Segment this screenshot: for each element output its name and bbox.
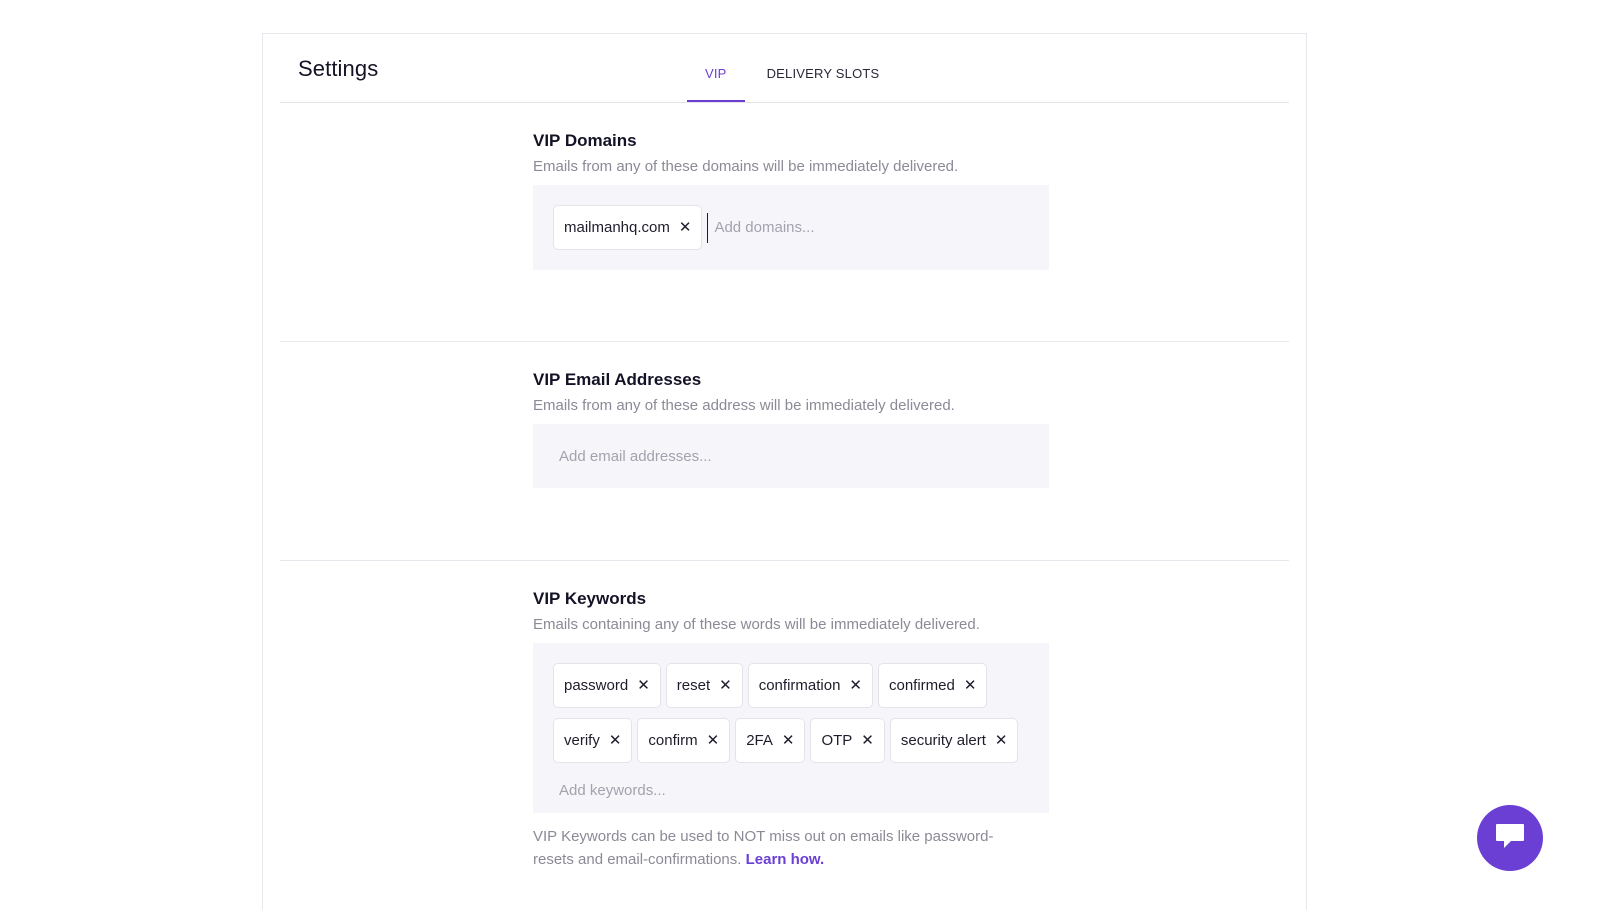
vip-emails-description: Emails from any of these address will be… [533, 397, 955, 414]
vip-emails-section: VIP Email Addresses Emails from any of t… [533, 370, 1049, 488]
vip-keywords-note: VIP Keywords can be used to NOT miss out… [533, 825, 1023, 871]
learn-how-link[interactable]: Learn how. [746, 851, 825, 868]
close-icon[interactable]: ✕ [861, 733, 874, 748]
chat-bubble-icon [1494, 821, 1526, 856]
domain-chip-label: mailmanhq.com [564, 219, 670, 236]
keyword-chip-label: OTP [821, 732, 853, 749]
keyword-chip: confirm ✕ [637, 718, 731, 763]
close-icon[interactable]: ✕ [849, 678, 862, 693]
keyword-chip-label: reset [676, 677, 711, 694]
vip-emails-input-box[interactable] [533, 424, 1049, 488]
keyword-chip-label: confirmation [758, 677, 841, 694]
keyword-chip: verify ✕ [553, 718, 633, 763]
close-icon[interactable]: ✕ [707, 733, 720, 748]
keyword-chip: OTP ✕ [810, 718, 885, 763]
chat-launcher-button[interactable] [1477, 805, 1543, 871]
vip-domains-title: VIP Domains [533, 131, 637, 150]
close-icon[interactable]: ✕ [679, 220, 692, 235]
tab-vip[interactable]: VIP [687, 34, 745, 102]
tab-bar: VIP DELIVERY SLOTS [687, 34, 897, 102]
keyword-chip-label: 2FA [746, 732, 773, 749]
keyword-chip-label: confirmed [889, 677, 955, 694]
page-title: Settings [298, 56, 379, 81]
keyword-chip: password ✕ [553, 663, 661, 708]
emails-input[interactable] [553, 441, 853, 471]
keyword-chip-label: password [564, 677, 629, 694]
keyword-chip-label: confirm [648, 732, 698, 749]
settings-panel: Settings VIP DELIVERY SLOTS VIP Domains … [262, 33, 1307, 910]
vip-emails-title: VIP Email Addresses [533, 370, 702, 389]
vip-keywords-section: VIP Keywords Emails containing any of th… [533, 589, 1049, 871]
keyword-chip: confirmed ✕ [878, 663, 988, 708]
close-icon[interactable]: ✕ [719, 678, 732, 693]
close-icon[interactable]: ✕ [609, 733, 622, 748]
vip-keywords-input-box[interactable]: password ✕ reset ✕ confirmation ✕ confirmed… [533, 643, 1049, 813]
tab-divider [280, 102, 1289, 103]
vip-domains-description: Emails from any of these domains will be… [533, 158, 959, 175]
vip-keywords-description: Emails containing any of these words wil… [533, 616, 980, 633]
keyword-chip: reset ✕ [665, 663, 743, 708]
keywords-input[interactable] [553, 775, 853, 805]
domain-chip: mailmanhq.com ✕ [553, 205, 703, 250]
close-icon[interactable]: ✕ [964, 678, 977, 693]
keyword-chip: confirmation ✕ [747, 663, 873, 708]
close-icon[interactable]: ✕ [995, 733, 1008, 748]
close-icon[interactable]: ✕ [782, 733, 795, 748]
vip-domains-section: VIP Domains Emails from any of these dom… [533, 131, 1049, 270]
keyword-chip-label: security alert [900, 732, 986, 749]
keyword-chip: 2FA ✕ [735, 718, 806, 763]
vip-keywords-title: VIP Keywords [533, 589, 647, 608]
close-icon[interactable]: ✕ [637, 678, 650, 693]
section-divider [280, 341, 1289, 342]
tab-delivery-slots[interactable]: DELIVERY SLOTS [745, 34, 898, 102]
keyword-chip: security alert ✕ [889, 718, 1019, 763]
domains-input[interactable] [707, 212, 914, 243]
section-divider [280, 560, 1289, 561]
keyword-chip-label: verify [564, 732, 600, 749]
vip-domains-input-box[interactable]: mailmanhq.com ✕ [533, 185, 1049, 270]
